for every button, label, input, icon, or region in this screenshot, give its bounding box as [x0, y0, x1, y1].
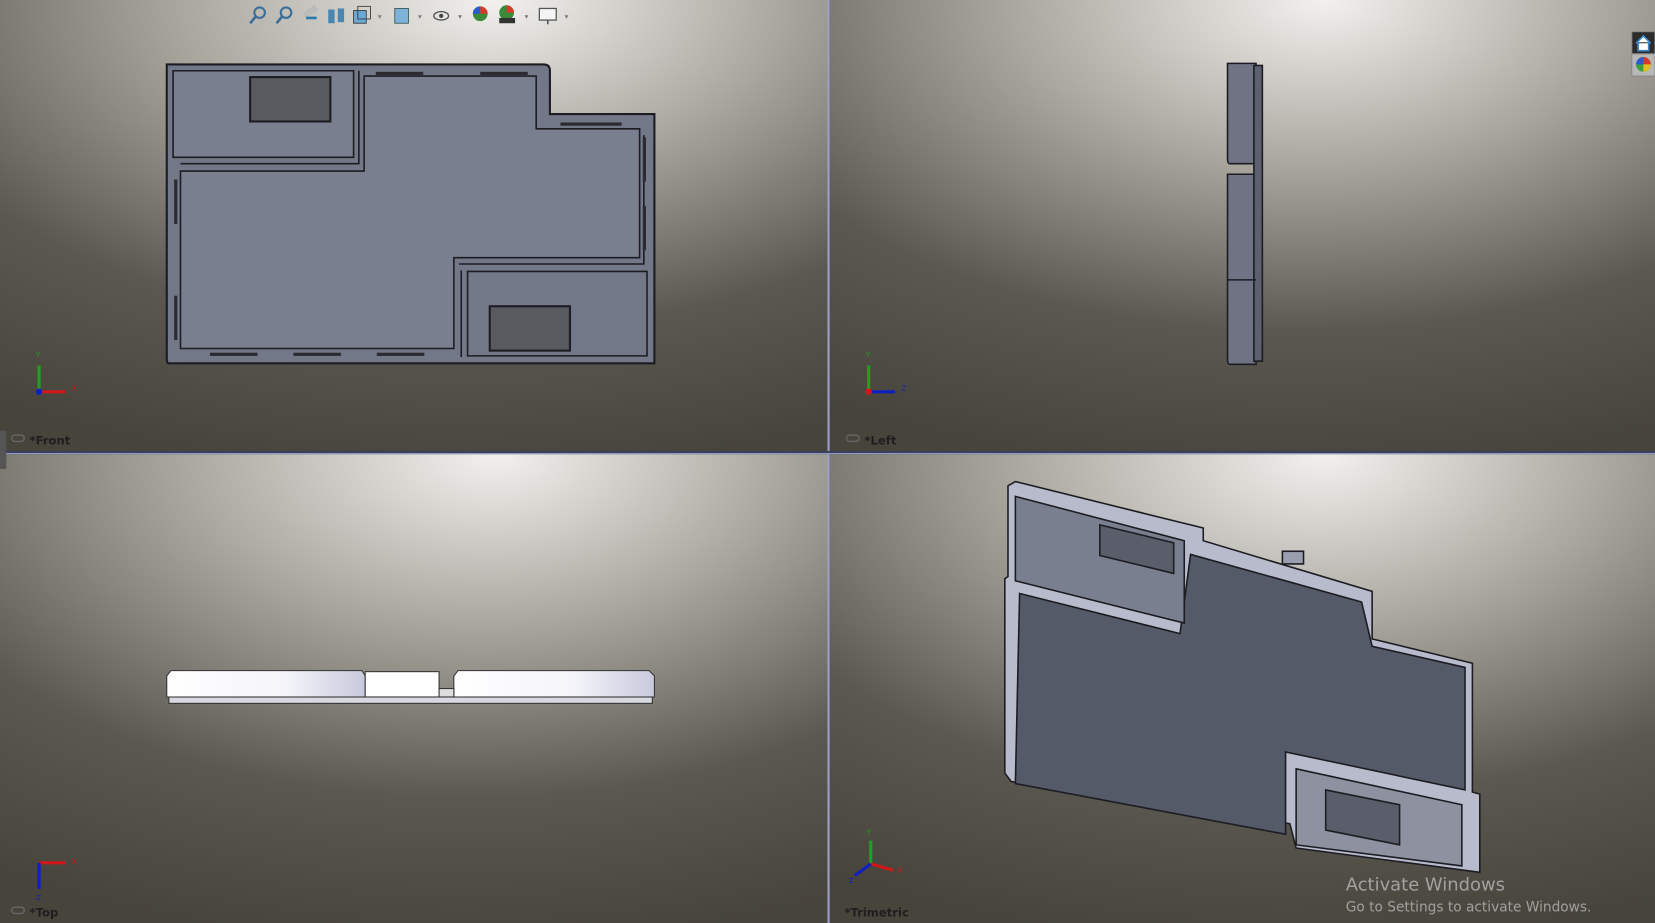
task-pane-home-tab[interactable] — [1631, 31, 1655, 55]
svg-text:X: X — [897, 865, 902, 874]
svg-text:Z: Z — [901, 384, 906, 393]
left-view-part — [1226, 62, 1264, 366]
viewport-label-front: *Front — [30, 434, 71, 448]
activate-windows-subtitle: Go to Settings to activate Windows. — [1346, 899, 1592, 915]
svg-text:X: X — [72, 857, 77, 866]
split-handle[interactable] — [0, 430, 7, 469]
svg-text:▾: ▾ — [525, 12, 529, 21]
activate-windows-title: Activate Windows — [1346, 874, 1505, 895]
svg-text:▾: ▾ — [378, 12, 382, 21]
task-pane-appearances-tab[interactable] — [1631, 53, 1655, 77]
viewport-label-trimetric: *Trimetric — [844, 906, 909, 920]
svg-text:Z: Z — [36, 893, 41, 902]
svg-text:▾: ▾ — [418, 12, 422, 21]
svg-text:▾: ▾ — [458, 12, 462, 21]
edit-appearance-icon[interactable] — [472, 6, 488, 22]
svg-text:Y: Y — [866, 827, 872, 836]
svg-text:Y: Y — [35, 350, 41, 359]
viewport-label-left: *Left — [864, 434, 896, 448]
svg-text:X: X — [72, 384, 77, 393]
svg-text:Y: Y — [864, 350, 870, 359]
graphics-area[interactable]: Y X Y Z X Z Y X Z *Front *Left *Top *Tri… — [0, 0, 1655, 923]
viewport-divider-vertical[interactable] — [827, 0, 830, 923]
appearances-icon — [1636, 57, 1651, 72]
top-view-part — [166, 670, 655, 704]
svg-text:Z: Z — [849, 876, 854, 885]
svg-text:▾: ▾ — [565, 12, 569, 21]
viewport-label-top: *Top — [30, 906, 59, 920]
